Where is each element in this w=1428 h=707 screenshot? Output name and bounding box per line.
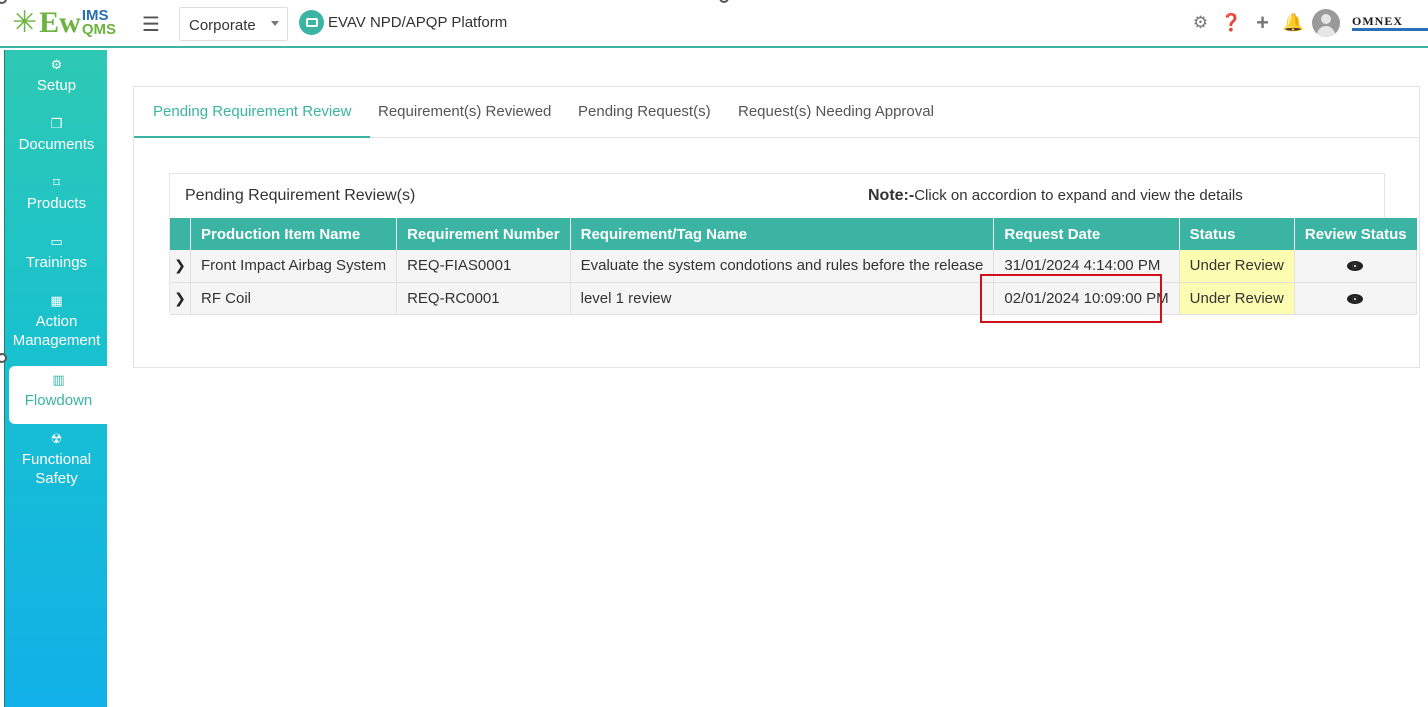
tab-requirements-reviewed[interactable]: Requirement(s) Reviewed bbox=[378, 87, 551, 138]
cell-request-date: 31/01/2024 4:14:00 PM bbox=[993, 250, 1180, 283]
column-header-tag-name[interactable]: Requirement/Tag Name bbox=[570, 218, 995, 250]
cell-requirement-number: REQ-FIAS0001 bbox=[396, 250, 571, 283]
sidebar-item-label: Setup bbox=[36, 77, 77, 94]
sidebar-item-functional-safety[interactable]: ☢ Functional Safety bbox=[5, 430, 108, 488]
tab-pending-requests[interactable]: Pending Request(s) bbox=[578, 87, 711, 138]
accordion-note: Note:-Click on accordion to expand and v… bbox=[868, 187, 1243, 205]
table-row[interactable]: ❯ RF Coil REQ-RC0001 level 1 review 02/0… bbox=[170, 282, 1418, 315]
logo-ew-text: Ew bbox=[39, 6, 81, 39]
table-row[interactable]: ❯ Front Impact Airbag System REQ-FIAS000… bbox=[170, 250, 1418, 283]
sidebar-item-trainings[interactable]: ▭ Trainings bbox=[5, 233, 108, 272]
platform-name: EVAV NPD/APQP Platform bbox=[328, 14, 508, 31]
sidebar-item-products[interactable]: ⌑ Products bbox=[5, 174, 108, 213]
sidebar-item-action-management[interactable]: ▦ Action Management bbox=[5, 292, 108, 350]
sidebar-item-flowdown[interactable]: ▥ Flowdown bbox=[9, 366, 108, 424]
bell-icon[interactable]: 🔔 bbox=[1278, 13, 1309, 33]
expand-chevron-icon[interactable]: ❯ bbox=[170, 250, 191, 283]
cell-tag-name: level 1 review bbox=[570, 282, 995, 315]
logo-qms-text: QMS bbox=[81, 21, 116, 38]
note-label: Note:- bbox=[868, 187, 915, 204]
sidebar-item-setup[interactable]: ⚙ Setup bbox=[5, 56, 108, 95]
pending-reviews-card: Pending Requirement Review(s) Note:-Clic… bbox=[169, 173, 1418, 315]
view-eye-icon[interactable] bbox=[1347, 261, 1364, 272]
cell-item-name: Front Impact Airbag System bbox=[190, 250, 398, 283]
flowdown-icon: ▥ bbox=[52, 372, 65, 387]
cell-status: Under Review bbox=[1179, 282, 1295, 315]
note-text: Click on accordion to expand and view th… bbox=[914, 187, 1243, 204]
column-header-requirement-number[interactable]: Requirement Number bbox=[396, 218, 571, 250]
gear-icon[interactable]: ⚙ bbox=[1185, 13, 1216, 33]
expand-chevron-icon[interactable]: ❯ bbox=[170, 282, 191, 315]
tab-requests-needing-approval[interactable]: Request(s) Needing Approval bbox=[738, 87, 934, 138]
column-header-status[interactable]: Status bbox=[1179, 218, 1295, 250]
products-icon: ⌑ bbox=[53, 175, 60, 190]
logo-suffix: IMS QMS bbox=[81, 8, 116, 38]
building-icon: ▦ bbox=[50, 293, 63, 308]
table-header-row: Production Item Name Requirement Number … bbox=[170, 218, 1417, 250]
review-status-cell bbox=[1294, 250, 1418, 283]
organization-select[interactable]: Corporate bbox=[179, 7, 288, 41]
column-header-review-status[interactable]: Review Status bbox=[1294, 218, 1417, 250]
sidebar-item-label: Functional Safety bbox=[21, 451, 92, 487]
sidebar-item-documents[interactable]: ❐ Documents bbox=[5, 115, 108, 154]
ewqms-logo[interactable]: ✳ Ew IMS QMS bbox=[12, 4, 116, 42]
cell-item-name: RF Coil bbox=[190, 282, 398, 315]
safety-icon: ☢ bbox=[50, 431, 63, 446]
card-title: Pending Requirement Review(s) bbox=[185, 187, 416, 204]
sidebar-item-label: Documents bbox=[18, 136, 95, 153]
sidebar: ⚙ Setup ❐ Documents ⌑ Products ▭ Trainin… bbox=[4, 50, 108, 707]
cell-tag-name: Evaluate the system condotions and rules… bbox=[570, 250, 995, 283]
tab-pending-requirement-review[interactable]: Pending Requirement Review bbox=[134, 87, 371, 138]
help-icon[interactable]: ❓ bbox=[1216, 13, 1247, 33]
pending-reviews-table: Production Item Name Requirement Number … bbox=[170, 218, 1418, 315]
sidebar-item-label: Flowdown bbox=[24, 392, 93, 409]
caret-down-icon bbox=[271, 21, 279, 26]
view-eye-icon[interactable] bbox=[1347, 293, 1364, 304]
tab-bar: Pending Requirement Review Requirement(s… bbox=[134, 87, 1419, 138]
main-panel: Pending Requirement Review Requirement(s… bbox=[133, 86, 1420, 368]
sidebar-item-label: Action Management bbox=[12, 313, 101, 349]
monitor-icon bbox=[299, 10, 324, 35]
platform-switcher[interactable]: EVAV NPD/APQP Platform bbox=[299, 10, 507, 35]
review-status-cell bbox=[1294, 282, 1418, 315]
column-header-request-date[interactable]: Request Date bbox=[993, 218, 1180, 250]
column-header-item-name[interactable]: Production Item Name bbox=[190, 218, 398, 250]
gears-icon: ⚙ bbox=[50, 57, 63, 72]
omnex-brand-logo: OMNEX bbox=[1352, 15, 1428, 31]
cell-request-date: 02/01/2024 10:09:00 PM bbox=[993, 282, 1180, 315]
top-bar: ✳ Ew IMS QMS ☰ Corporate EVAV NPD/APQP P… bbox=[0, 0, 1428, 48]
documents-icon: ❐ bbox=[50, 116, 63, 131]
organization-select-value: Corporate bbox=[189, 17, 256, 34]
user-avatar[interactable] bbox=[1312, 9, 1340, 37]
top-right-toolbar: ⚙ ❓ + 🔔 OMNEX bbox=[1185, 8, 1428, 38]
hamburger-menu-icon[interactable]: ☰ bbox=[142, 12, 160, 37]
trainings-icon: ▭ bbox=[50, 234, 63, 249]
cell-status: Under Review bbox=[1179, 250, 1295, 283]
cell-requirement-number: REQ-RC0001 bbox=[396, 282, 571, 315]
sidebar-item-label: Products bbox=[26, 195, 87, 212]
sidebar-item-label: Trainings bbox=[25, 254, 88, 271]
plus-icon[interactable]: + bbox=[1247, 10, 1278, 36]
logo-flower-icon: ✳ bbox=[12, 6, 38, 39]
column-header-expand bbox=[170, 218, 191, 250]
